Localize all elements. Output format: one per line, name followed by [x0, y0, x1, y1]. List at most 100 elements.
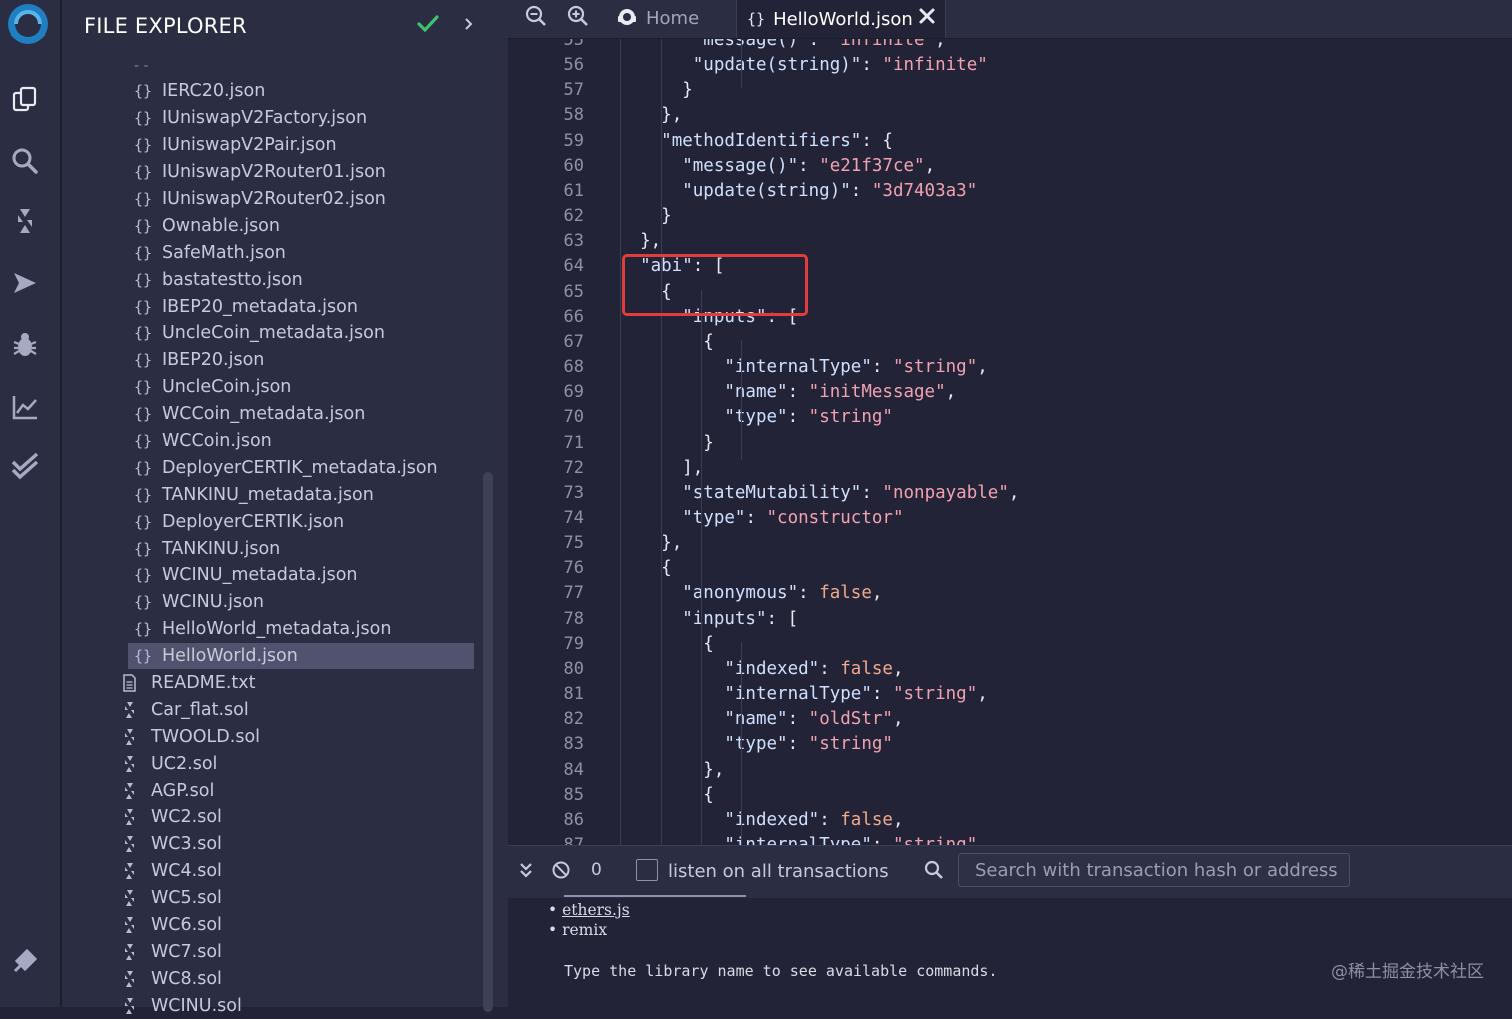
solidity-file-icon: [125, 943, 134, 960]
file-name: UncleCoin_metadata.json: [162, 323, 385, 344]
code-line: 62 }: [508, 204, 1512, 229]
listen-all-checkbox[interactable]: [636, 859, 658, 881]
file-item[interactable]: {} bastatestto.json: [62, 266, 482, 293]
code-token: false: [819, 583, 872, 604]
code-token: ,: [871, 583, 883, 604]
file-item[interactable]: {} UncleCoin_metadata.json: [62, 320, 482, 347]
code-area[interactable]: 55 "message()": "infinite", 56 "update(st…: [508, 28, 1512, 845]
line-number: 58: [563, 105, 584, 126]
clear-console-icon[interactable]: [551, 860, 571, 880]
file-name: HelloWorld_metadata.json: [162, 619, 392, 640]
file-item[interactable]: WC5.sol: [62, 885, 482, 912]
file-name: README.txt: [151, 673, 256, 694]
file-name: TWOOLD.sol: [151, 726, 261, 747]
indent-guide: [741, 642, 742, 845]
file-item[interactable]: WC2.sol: [62, 804, 482, 831]
indent-guide: [661, 38, 662, 845]
file-item[interactable]: {} WCINU.json: [62, 589, 482, 616]
file-item[interactable]: {} DeployerCERTIK.json: [62, 508, 482, 535]
code-line: 81 "internalType": "string",: [508, 682, 1512, 707]
debugger-bug-icon[interactable]: [8, 328, 42, 362]
json-file-icon: {}: [134, 378, 153, 397]
line-number: 70: [563, 407, 584, 428]
file-item[interactable]: {} Ownable.json: [62, 212, 482, 239]
file-name: SafeMath.json: [162, 242, 286, 263]
file-item[interactable]: {} IUniswapV2Router01.json: [62, 159, 482, 186]
line-number: 85: [563, 784, 584, 805]
file-item[interactable]: WC8.sol: [62, 965, 482, 992]
file-name: TANKINU.json: [162, 538, 281, 559]
file-tree: {} IERC20.json {} IUniswapV2Factory.json {} I…: [62, 78, 482, 1019]
code-token: :: [745, 507, 767, 528]
file-item[interactable]: WC6.sol: [62, 912, 482, 939]
library-item: • remix: [548, 921, 608, 939]
file-item[interactable]: WC3.sol: [62, 831, 482, 858]
file-item[interactable]: {} WCINU_metadata.json: [62, 562, 482, 589]
file-item[interactable]: {} HelloWorld.json: [62, 642, 482, 670]
double-chevron-down-icon[interactable]: [516, 860, 536, 880]
code-token: :: [819, 809, 841, 830]
line-content: "stateMutability": "nonpayable",: [619, 481, 1019, 506]
tab-home-label: Home: [646, 7, 700, 29]
file-item[interactable]: {} WCCoin_metadata.json: [62, 401, 482, 428]
code-token: "string": [808, 407, 893, 428]
file-item[interactable]: {} DeployerCERTIK_metadata.json: [62, 454, 482, 481]
file-item[interactable]: {} TANKINU_metadata.json: [62, 481, 482, 508]
explorer-scrollbar[interactable]: [483, 472, 493, 1012]
file-explorer-icon[interactable]: [8, 82, 42, 116]
analytics-chart-icon[interactable]: [8, 390, 42, 424]
text-file-icon: [123, 674, 136, 692]
search-icon[interactable]: [8, 144, 42, 178]
file-item[interactable]: {} IUniswapV2Pair.json: [62, 132, 482, 159]
file-item[interactable]: Car_flat.sol: [62, 696, 482, 723]
deploy-run-icon[interactable]: [8, 266, 42, 300]
code-token: {: [703, 331, 714, 352]
tab-home[interactable]: Home: [616, 0, 699, 36]
file-item[interactable]: README.txt: [62, 670, 482, 697]
code-token: false: [840, 658, 893, 679]
file-item[interactable]: WCINU.sol: [62, 992, 482, 1019]
file-item[interactable]: {} UncleCoin.json: [62, 374, 482, 401]
json-file-icon: {}: [134, 405, 153, 424]
testing-double-check-icon[interactable]: [8, 450, 42, 484]
file-item[interactable]: {} IUniswapV2Factory.json: [62, 105, 482, 132]
file-item[interactable]: AGP.sol: [62, 777, 482, 804]
remix-logo-icon[interactable]: [2, 0, 54, 52]
file-item[interactable]: TWOOLD.sol: [62, 723, 482, 750]
file-item[interactable]: UC2.sol: [62, 750, 482, 777]
file-item[interactable]: {} SafeMath.json: [62, 239, 482, 266]
code-line: 57 }: [508, 78, 1512, 103]
json-file-icon: {}: [134, 270, 153, 289]
zoom-in-icon[interactable]: [566, 4, 590, 28]
file-item[interactable]: WC4.sol: [62, 858, 482, 885]
plugin-manager-icon[interactable]: [8, 944, 42, 978]
file-name: DeployerCERTIK_metadata.json: [162, 457, 438, 478]
file-item[interactable]: {} IUniswapV2Router02.json: [62, 186, 482, 213]
line-content: {: [619, 556, 672, 581]
file-item[interactable]: {} IBEP20_metadata.json: [62, 293, 482, 320]
file-item[interactable]: {} IBEP20.json: [62, 347, 482, 374]
file-item[interactable]: {} IERC20.json: [62, 78, 482, 105]
tab-helloworld-json[interactable]: {} HelloWorld.json: [736, 0, 946, 38]
code-token: :: [861, 482, 883, 503]
file-item[interactable]: WC7.sol: [62, 939, 482, 966]
close-icon[interactable]: [917, 6, 937, 26]
line-content: {: [619, 783, 714, 808]
code-token: }: [703, 432, 714, 453]
line-number: 77: [563, 583, 584, 604]
json-file-icon: {}: [134, 297, 153, 316]
tx-search-input[interactable]: Search with transaction hash or address: [958, 853, 1350, 887]
code-line: 87 "internalType": "string",: [508, 833, 1512, 845]
code-token: },: [661, 105, 683, 126]
chevron-right-icon[interactable]: [460, 12, 478, 36]
library-link[interactable]: ethers.js: [562, 901, 630, 919]
file-item[interactable]: {} WCCoin.json: [62, 428, 482, 455]
file-item[interactable]: {} HelloWorld_metadata.json: [62, 616, 482, 643]
code-token: "inputs": [682, 608, 767, 629]
zoom-out-icon[interactable]: [524, 4, 548, 28]
solidity-compiler-icon[interactable]: [8, 204, 42, 238]
file-item[interactable]: {} TANKINU.json: [62, 535, 482, 562]
solidity-file-icon: [125, 782, 134, 799]
line-content: "internalType": "string",: [619, 355, 987, 380]
line-number: 64: [563, 256, 584, 277]
